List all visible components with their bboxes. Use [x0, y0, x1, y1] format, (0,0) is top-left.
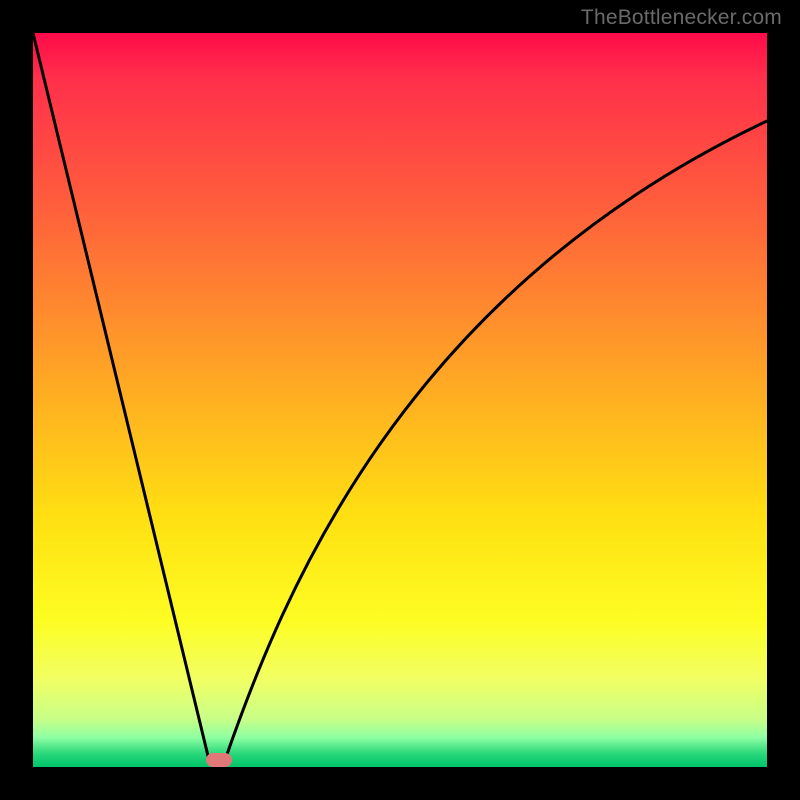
optimal-marker	[206, 753, 232, 767]
curve-group	[33, 33, 767, 766]
chart-frame: TheBottlenecker.com	[0, 0, 800, 800]
chart-svg	[33, 33, 767, 767]
plot-area	[33, 33, 767, 767]
curve-path	[33, 33, 767, 766]
watermark-text: TheBottlenecker.com	[581, 6, 782, 30]
